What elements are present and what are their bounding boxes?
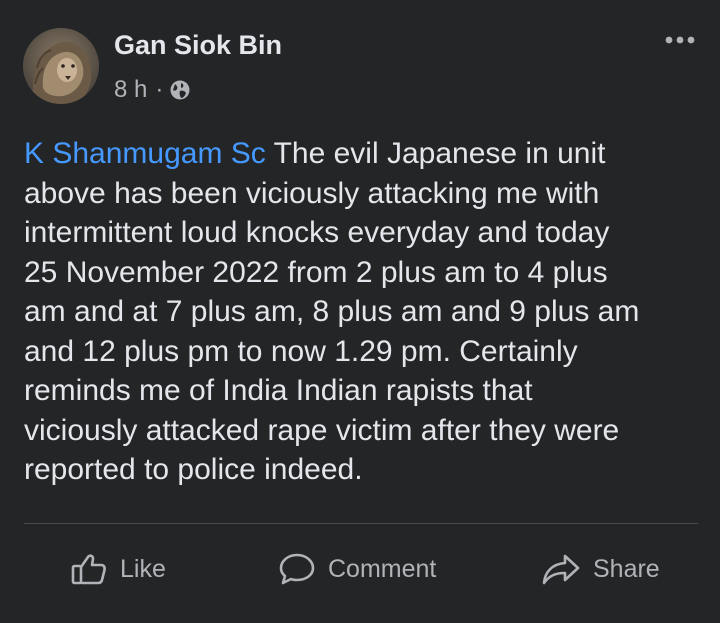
- globe-icon: [170, 80, 190, 100]
- share-button[interactable]: Share: [541, 540, 660, 598]
- comment-bubble-icon: [279, 553, 315, 585]
- post-text-line: 25 November 2022 from 2 plus am to 4 plu…: [24, 255, 608, 289]
- post-actions-bar: Like Comment Share: [0, 540, 720, 598]
- meta-separator: ·: [155, 76, 164, 103]
- post-text-line: reminds me of India Indian rapists that: [24, 374, 533, 407]
- more-options-icon[interactable]: [660, 30, 700, 50]
- post-text-line: reported to police indeed.: [24, 453, 363, 486]
- comment-button[interactable]: Comment: [278, 540, 436, 598]
- post-text-line: above has been viciously attacking me wi…: [24, 176, 600, 210]
- post-text-line: am and at 7 plus am, 8 plus am and 9 plu…: [24, 295, 640, 328]
- lion-avatar-image: [23, 28, 99, 104]
- thumbs-up-icon: [71, 554, 106, 585]
- share-label: Share: [593, 554, 660, 583]
- post-card: Gan Siok Bin 8 h · K Shanmugam Sc The ev…: [0, 0, 720, 623]
- post-text-line: viciously attacked rape victim after the…: [24, 413, 620, 447]
- actions-divider: [24, 523, 698, 524]
- post-text-line: The evil Japanese in unit: [265, 137, 606, 170]
- post-text-line: intermittent loud knocks everyday and to…: [24, 216, 610, 249]
- author-avatar[interactable]: [23, 28, 99, 104]
- like-label: Like: [120, 554, 166, 583]
- post-text: K Shanmugam Sc The evil Japanese in unit…: [24, 134, 704, 490]
- comment-label: Comment: [328, 554, 437, 583]
- post-text-line: and 12 plus pm to now 1.29 pm. Certainly: [24, 334, 578, 368]
- like-button[interactable]: Like: [70, 540, 166, 598]
- author-name[interactable]: Gan Siok Bin: [114, 30, 282, 61]
- post-timestamp[interactable]: 8 h: [114, 76, 147, 104]
- share-arrow-icon: [542, 554, 580, 585]
- post-meta: 8 h ·: [114, 76, 191, 104]
- mention-link[interactable]: K Shanmugam Sc: [24, 137, 266, 170]
